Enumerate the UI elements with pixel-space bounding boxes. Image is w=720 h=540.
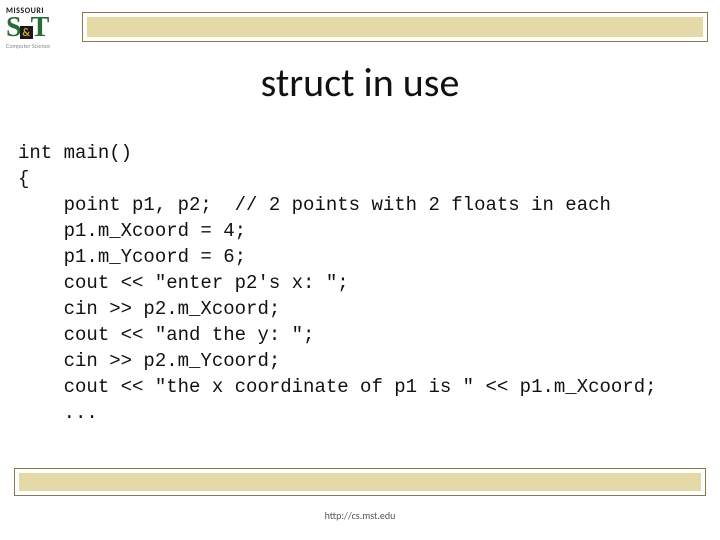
top-banner	[82, 12, 708, 42]
slide-title: struct in use	[0, 58, 720, 107]
slide: MISSOURI S&T Computer Science struct in …	[0, 0, 720, 540]
top-banner-fill	[87, 17, 703, 37]
university-logo: MISSOURI S&T Computer Science	[6, 6, 66, 50]
bottom-banner-fill	[19, 473, 701, 491]
logo-letter-t: T	[31, 16, 50, 40]
footer-url: http://cs.mst.edu	[0, 509, 720, 522]
bottom-banner	[14, 468, 706, 496]
logo-mark: S&T	[6, 16, 66, 40]
code-block: int main() { point p1, p2; // 2 points w…	[18, 140, 702, 426]
